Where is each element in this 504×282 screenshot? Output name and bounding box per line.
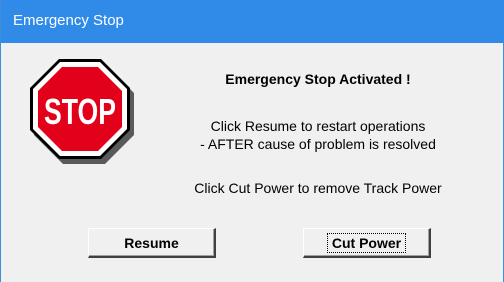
message-resume-line: Click Resume to restart operations xyxy=(210,118,426,134)
message-heading: Emergency Stop Activated ! xyxy=(225,71,411,87)
window-title: Emergency Stop xyxy=(13,12,124,29)
message-cut-power-line: Click Cut Power to remove Track Power xyxy=(194,180,442,196)
cut-power-button[interactable]: Cut Power xyxy=(303,228,431,258)
stop-sign-icon: STOP xyxy=(30,59,134,164)
emergency-stop-dialog: Emergency Stop STOP Emergency Stop Activ… xyxy=(0,0,504,282)
stop-sign-text: STOP xyxy=(44,91,116,132)
resume-button[interactable]: Resume xyxy=(88,228,216,258)
cut-power-button-label: Cut Power xyxy=(326,232,407,253)
message-after-line: - AFTER cause of problem is resolved xyxy=(200,136,436,152)
resume-button-label: Resume xyxy=(124,234,179,251)
title-bar[interactable]: Emergency Stop xyxy=(1,0,504,43)
